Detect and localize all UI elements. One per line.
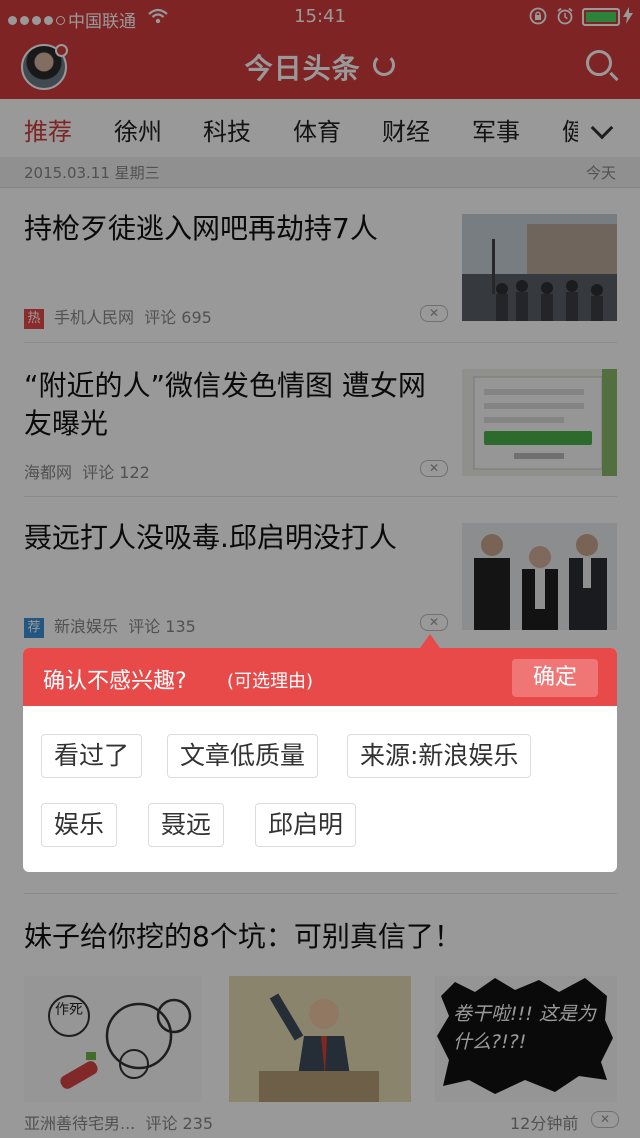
not-interested-popup: 确认不感兴趣? (可选理由) 确定 看过了 文章低质量 来源:新浪娱乐 娱乐 聂… (23, 648, 617, 872)
reason-chip[interactable]: 看过了 (41, 734, 143, 778)
reason-chip[interactable]: 娱乐 (41, 803, 118, 847)
reason-chip[interactable]: 来源:新浪娱乐 (347, 734, 532, 778)
reason-chip[interactable]: 文章低质量 (167, 734, 319, 778)
reason-chip[interactable]: 邱启明 (255, 803, 357, 847)
popup-question: 确认不感兴趣? (43, 669, 187, 694)
popup-pointer (420, 634, 440, 648)
popup-hint: (可选理由) (227, 671, 314, 692)
reason-chip[interactable]: 聂远 (148, 803, 225, 847)
modal-overlay[interactable] (0, 0, 640, 1138)
confirm-button[interactable]: 确定 (512, 659, 598, 697)
popup-header: 确认不感兴趣? (可选理由) 确定 (23, 648, 617, 706)
